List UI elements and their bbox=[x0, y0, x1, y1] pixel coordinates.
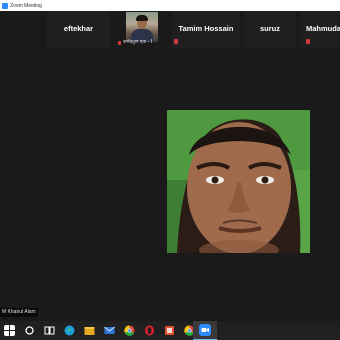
participant-tile-suruz[interactable]: suruz bbox=[244, 11, 296, 48]
active-speaker-video bbox=[167, 110, 310, 253]
participant-name: suruz bbox=[259, 24, 280, 33]
zoom-icon bbox=[199, 324, 211, 336]
office-icon[interactable] bbox=[164, 325, 175, 336]
muted-mic-icon bbox=[174, 39, 178, 44]
opera-icon[interactable] bbox=[144, 325, 155, 336]
participant-name: eftekhar bbox=[63, 24, 94, 33]
chrome-icon[interactable] bbox=[124, 325, 135, 336]
muted-mic-icon bbox=[306, 39, 310, 44]
window-title: Zoom Meeting bbox=[10, 2, 42, 9]
mail-icon[interactable] bbox=[104, 325, 115, 336]
participant-name: Mahmuda bbox=[306, 24, 340, 33]
zoom-app-icon bbox=[2, 2, 8, 9]
file-explorer-icon[interactable] bbox=[84, 325, 95, 336]
task-view-icon[interactable] bbox=[44, 325, 55, 336]
participant-name: Tamim Hossain bbox=[178, 24, 234, 33]
title-bar: Zoom Meeting bbox=[0, 0, 340, 11]
zoom-meeting-window: Zoom Meeting eftekhar Tamim Hossain suru… bbox=[0, 0, 340, 320]
participant-strip: eftekhar Tamim Hossain suruz Mahmuda bbox=[0, 11, 340, 48]
windows-start-icon[interactable] bbox=[4, 325, 15, 336]
edge-icon[interactable] bbox=[64, 325, 75, 336]
thumbnail-hair bbox=[136, 15, 148, 21]
speaker-face-image bbox=[167, 110, 310, 253]
participant-tile-eftekhar[interactable]: eftekhar bbox=[47, 11, 110, 48]
speaker-name-tag: M Khairul Alam bbox=[0, 308, 38, 317]
participant-name: কারিমুল হক - I bbox=[123, 39, 152, 45]
windows-taskbar bbox=[0, 321, 340, 340]
thumbnail-name-label: কারিমুল হক - I bbox=[118, 39, 168, 46]
muted-mic-icon bbox=[118, 40, 121, 45]
search-icon[interactable] bbox=[24, 325, 35, 336]
taskbar-zoom-button[interactable] bbox=[193, 321, 217, 340]
participant-tile-mahmuda[interactable]: Mahmuda bbox=[300, 11, 340, 48]
participant-tile-tamim-hossain[interactable]: Tamim Hossain bbox=[172, 11, 240, 48]
participant-video-thumbnail[interactable] bbox=[126, 12, 158, 42]
